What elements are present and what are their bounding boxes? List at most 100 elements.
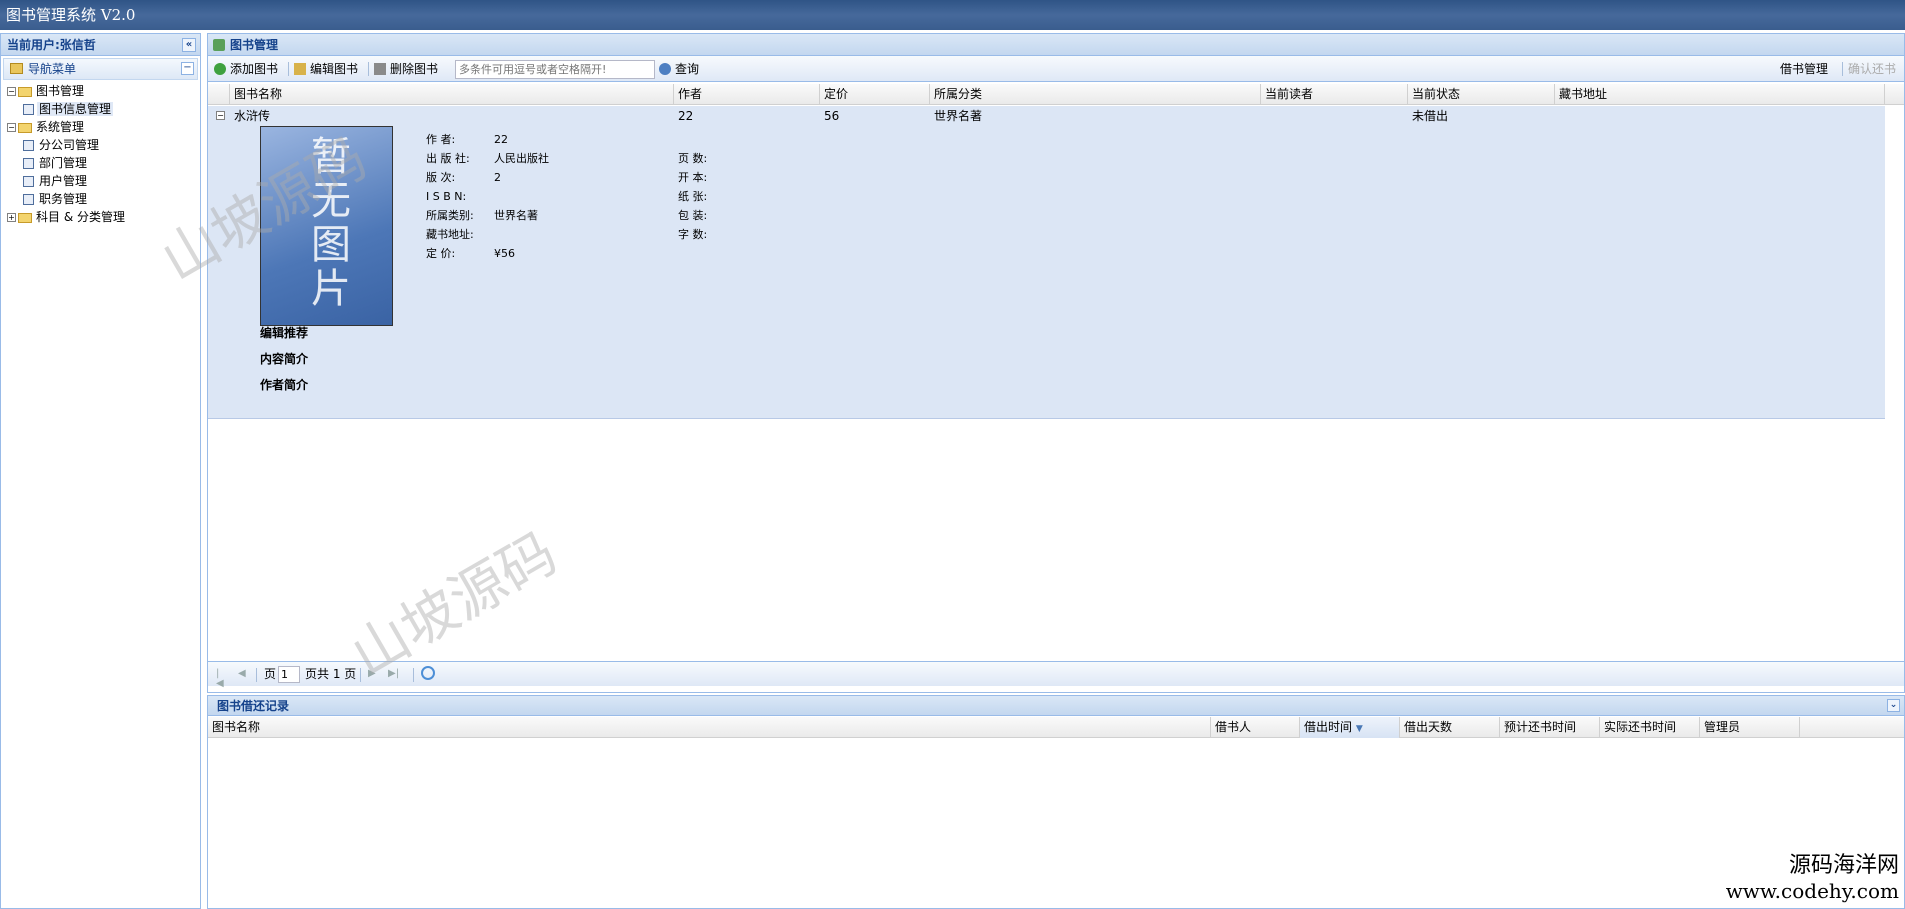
folder-icon	[18, 122, 32, 133]
column-header-category[interactable]: 所属分类	[930, 84, 1261, 105]
tree-item-book-management[interactable]: − 图书管理	[7, 82, 200, 100]
current-user-label: 当前用户:张信哲	[7, 38, 96, 52]
refresh-icon[interactable]	[421, 666, 435, 680]
cell-status: 未借出	[1412, 109, 1449, 123]
tree-expander-icon[interactable]: −	[7, 123, 16, 132]
detail-row: 开 本:	[678, 171, 708, 184]
column-header-author[interactable]: 作者	[674, 84, 820, 105]
add-book-button[interactable]: 添加图书	[214, 60, 278, 78]
column-header-actual-return[interactable]: 实际还书时间	[1600, 717, 1700, 738]
content-summary-link[interactable]: 内容简介	[260, 346, 308, 372]
book-grid-header: 图书名称 作者 定价 所属分类 当前读者 当前状态 藏书地址	[208, 84, 1904, 105]
confirm-return-button[interactable]: 确认还书	[1848, 60, 1896, 78]
column-header-book-name[interactable]: 图书名称	[208, 717, 1211, 738]
folder-icon	[18, 212, 32, 223]
tree-item-system-management[interactable]: − 系统管理	[7, 118, 200, 136]
tree-item-branch[interactable]: 分公司管理	[7, 136, 200, 154]
column-header-name[interactable]: 图书名称	[230, 84, 674, 105]
tree-item-book-info[interactable]: 图书信息管理	[7, 100, 200, 118]
detail-row: I S B N:	[426, 190, 467, 203]
panel-toggle-icon[interactable]: ⌄	[1887, 699, 1900, 712]
column-header-borrow-time[interactable]: 借出时间 ▼	[1300, 717, 1400, 738]
brand-url: www.codehy.com	[1725, 879, 1899, 903]
page-total-label: 页共 1 页	[305, 667, 357, 681]
detail-row: 所属类别: 世界名著	[426, 209, 538, 222]
folder-icon	[18, 86, 32, 97]
last-page-icon[interactable]: ▶|	[388, 669, 399, 679]
page-icon	[23, 194, 34, 205]
next-page-icon[interactable]: ▶	[368, 669, 378, 679]
toolbar-separator	[368, 62, 369, 76]
cover-placeholder-text: 暂无图片	[311, 134, 351, 312]
page-icon	[23, 140, 34, 151]
prev-page-icon[interactable]: ◀	[238, 669, 248, 679]
brand-name: 源码海洋网	[1788, 853, 1899, 878]
author-summary-link[interactable]: 作者简介	[260, 372, 308, 398]
panel-icon	[213, 39, 225, 51]
tree-item-subject-category[interactable]: + 科目 & 分类管理	[7, 208, 200, 226]
toolbar-separator	[288, 62, 289, 76]
nav-menu-icon	[10, 63, 23, 74]
cell-category: 世界名著	[934, 109, 983, 123]
borrow-records-header: 图书名称 借书人 借出时间 ▼ 借出天数 预计还书时间 实际还书时间 管理员	[208, 717, 1904, 738]
edit-icon	[294, 63, 306, 75]
cell-price: 56	[824, 109, 840, 123]
toolbar: 添加图书 编辑图书 删除图书 查询 借书管理 确认还书	[208, 56, 1904, 82]
left-panel: 当前用户:张信哲 « 导航菜单 − − 图书管理 图书信息管理 − 系统管理 分公司…	[0, 33, 201, 909]
detail-row: 定 价: ¥56	[426, 247, 515, 260]
column-header-price[interactable]: 定价	[820, 84, 930, 105]
page-number-input[interactable]: 1	[278, 666, 300, 683]
book-detail-left: 作 者: 22 出 版 社: 人民出版社 版 次: 2 I S B N: 所属类别: 世…	[426, 130, 549, 263]
detail-row: 版 次: 2	[426, 171, 501, 184]
first-page-icon[interactable]: |◀	[216, 669, 226, 689]
cell-name: 水浒传	[234, 109, 271, 123]
brand-watermark: 源码海洋网 www.codehy.com	[1726, 853, 1899, 903]
panel-title: 图书管理	[230, 38, 279, 52]
page-icon	[23, 176, 34, 187]
column-header-borrower[interactable]: 借书人	[1211, 717, 1300, 738]
column-header-reader[interactable]: 当前读者	[1261, 84, 1408, 105]
column-header-location[interactable]: 藏书地址	[1555, 84, 1885, 105]
borrow-management-button[interactable]: 借书管理	[1780, 60, 1828, 78]
detail-row: 出 版 社: 人民出版社	[426, 152, 549, 165]
app-title-bar: 图书管理系统 V2.0	[0, 0, 1905, 30]
search-button[interactable]: 查询	[659, 60, 699, 78]
nav-menu-bar[interactable]: 导航菜单 −	[3, 58, 198, 80]
panel-title-bar: 图书管理	[208, 34, 1904, 56]
tree-item-department[interactable]: 部门管理	[7, 154, 200, 172]
borrow-records-title-bar: 图书借还记录 ⌄	[208, 696, 1904, 716]
delete-book-button[interactable]: 删除图书	[374, 60, 438, 78]
detail-row: 页 数:	[678, 152, 708, 165]
column-header-borrow-days[interactable]: 借出天数	[1400, 717, 1500, 738]
detail-row: 藏书地址:	[426, 228, 474, 241]
editor-recommendation-link[interactable]: 编辑推荐	[260, 320, 308, 346]
tree-expander-icon[interactable]: +	[7, 213, 16, 222]
edit-book-button[interactable]: 编辑图书	[294, 60, 358, 78]
search-input[interactable]	[455, 60, 655, 79]
page-icon	[23, 104, 34, 115]
borrow-records-panel: 图书借还记录 ⌄ 图书名称 借书人 借出时间 ▼ 借出天数 预计还书时间 实际还…	[207, 695, 1905, 909]
book-detail-links: 编辑推荐 内容简介 作者简介	[260, 320, 308, 398]
trash-icon	[374, 63, 386, 75]
pager-separator	[360, 668, 361, 682]
pagination-bar: |◀ ◀ 页 1 页共 1 页 ▶ ▶|	[208, 661, 1904, 689]
detail-row: 包 装:	[678, 209, 708, 222]
collapse-left-icon[interactable]: «	[182, 38, 196, 52]
column-header-expected-return[interactable]: 预计还书时间	[1500, 717, 1600, 738]
column-header-admin[interactable]: 管理员	[1700, 717, 1800, 738]
pager-separator	[256, 668, 257, 682]
page-icon	[23, 158, 34, 169]
nav-tree: − 图书管理 图书信息管理 − 系统管理 分公司管理 部门管理 用户管理 职务管理 …	[1, 80, 200, 226]
search-icon	[659, 63, 671, 75]
book-management-panel: 图书管理 添加图书 编辑图书 删除图书 查询 借书管理 确认还书 图书名称 作者…	[207, 33, 1905, 693]
row-collapse-icon[interactable]: −	[216, 111, 225, 120]
table-row[interactable]: − 水浒传 22 56 世界名著 未借出 暂无图片 作 者: 22 出 版 社: 人…	[208, 106, 1885, 419]
column-header-status[interactable]: 当前状态	[1408, 84, 1555, 105]
tree-item-user[interactable]: 用户管理	[7, 172, 200, 190]
nav-collapse-icon[interactable]: −	[181, 62, 194, 75]
tree-expander-icon[interactable]: −	[7, 87, 16, 96]
book-detail-right: 页 数: 开 本: 纸 张: 包 装: 字 数:	[678, 149, 746, 244]
tree-item-position[interactable]: 职务管理	[7, 190, 200, 208]
detail-row: 纸 张:	[678, 190, 708, 203]
expander-column-header	[208, 84, 230, 105]
